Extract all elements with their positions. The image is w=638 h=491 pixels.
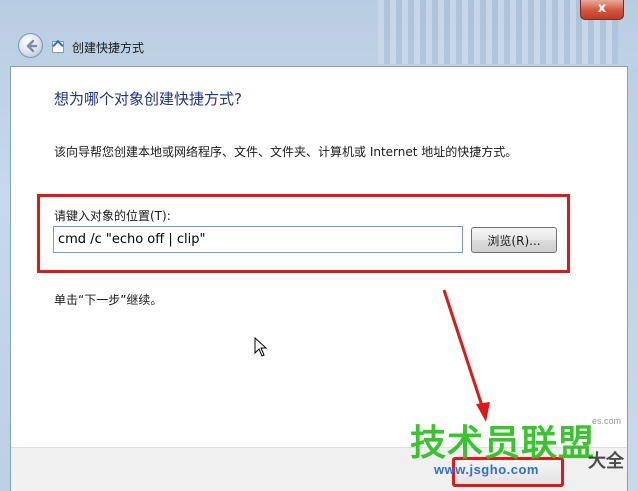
- close-button[interactable]: x: [580, 0, 624, 20]
- location-input[interactable]: [53, 226, 463, 253]
- location-label: 请键入对象的位置(T):: [54, 209, 171, 223]
- watermark-url: www.jsgho.com: [434, 462, 539, 477]
- watermark-brand-tail: 大全: [588, 451, 624, 472]
- browse-button[interactable]: 浏览(R)...: [471, 227, 557, 253]
- title-bar: 创建快捷方式: [0, 28, 638, 66]
- wizard-heading: 想为哪个对象创建快捷方式?: [54, 90, 242, 108]
- aero-window-frame: x 创建快捷方式 想为哪个对象创建快捷方式? 该向导帮您创建本地或网络程序、文件…: [0, 0, 638, 491]
- watermark-brand: 技术员联盟: [410, 423, 596, 464]
- mouse-cursor-icon: [254, 337, 268, 357]
- back-button[interactable]: [18, 33, 43, 58]
- window-title: 创建快捷方式: [72, 41, 145, 55]
- next-step-hint: 单击“下一步”继续。: [54, 293, 163, 307]
- watermark-faint-text: es.com: [592, 416, 622, 426]
- shortcut-app-icon: [52, 41, 64, 53]
- back-arrow-icon: [26, 39, 37, 52]
- wizard-description: 该向导帮您创建本地或网络程序、文件、文件夹、计算机或 Internet 地址的快…: [54, 145, 518, 159]
- right-frame-edge: [628, 66, 638, 491]
